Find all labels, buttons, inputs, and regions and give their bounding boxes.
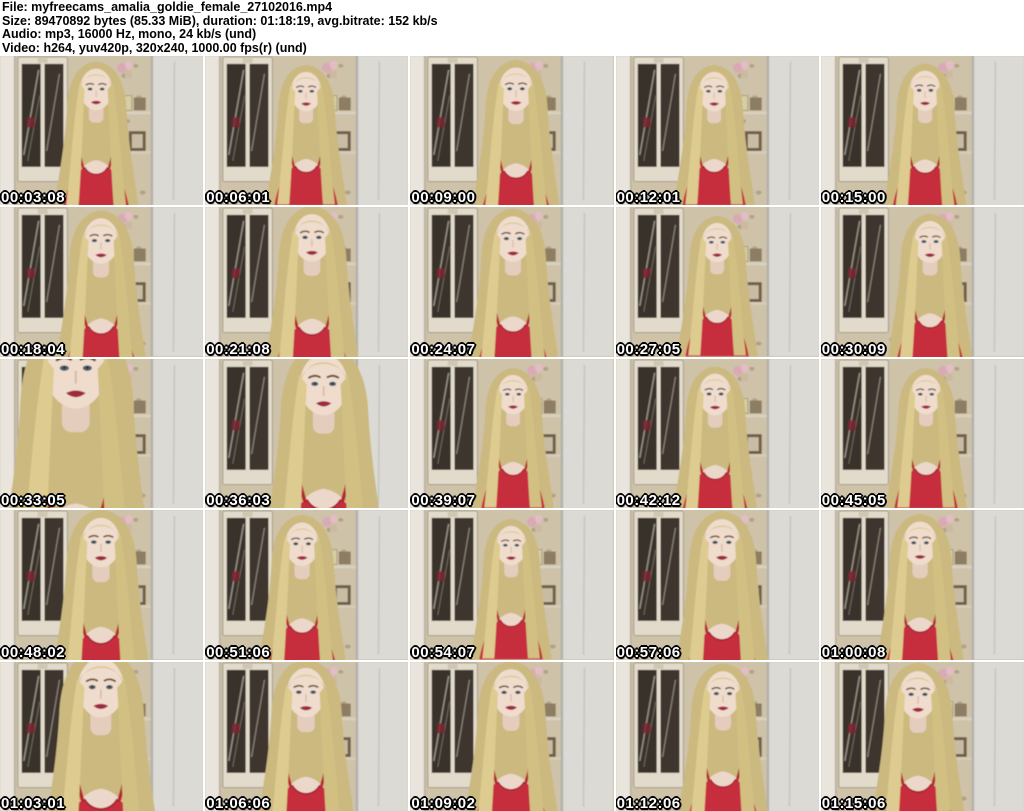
video-thumbnail[interactable]: 00:24:07 — [410, 207, 614, 357]
mirror-wardrobe — [632, 662, 684, 788]
mirror-wardrobe — [632, 359, 684, 485]
thumbnail-grid: 00:03:08 00:06:01 00:09:00 00:12:01 00:1… — [0, 56, 1024, 811]
video-thumbnail[interactable]: 00:42:12 — [615, 358, 819, 509]
webcam-frame-image — [820, 207, 1024, 357]
webcam-frame-image — [0, 56, 204, 206]
webcam-frame-image — [820, 358, 1024, 509]
mirror-wardrobe — [427, 662, 479, 788]
webcam-frame-image — [205, 661, 409, 811]
audio-info-line: Audio: mp3, 16000 Hz, mono, 24 kb/s (und… — [2, 27, 257, 41]
webcam-frame-image — [410, 207, 614, 357]
video-thumbnail[interactable]: 00:18:04 — [0, 207, 204, 357]
video-thumbnail[interactable]: 01:06:06 — [205, 661, 409, 811]
video-thumbnail[interactable]: 00:33:05 — [0, 358, 204, 509]
video-thumbnail[interactable]: 00:15:00 — [820, 56, 1024, 206]
webcam-frame-image — [410, 358, 614, 509]
video-thumbnail[interactable]: 00:45:05 — [820, 358, 1024, 509]
video-thumbnail[interactable]: 00:12:01 — [615, 56, 819, 206]
video-thumbnail[interactable]: 00:03:08 — [0, 56, 204, 206]
webcam-frame-image — [820, 56, 1024, 206]
video-thumbnail[interactable]: 00:21:08 — [205, 207, 409, 357]
video-thumbnail[interactable]: 01:15:06 — [820, 661, 1024, 811]
webcam-frame-image — [0, 358, 204, 509]
mirror-wardrobe — [838, 56, 889, 183]
video-thumbnail[interactable]: 00:06:01 — [205, 56, 409, 206]
video-thumbnail[interactable]: 00:51:06 — [205, 510, 409, 660]
mirror-wardrobe — [222, 56, 274, 183]
webcam-frame-image — [820, 510, 1024, 660]
webcam-frame-image — [615, 207, 819, 357]
webcam-frame-image — [0, 207, 204, 357]
video-thumbnail[interactable]: 00:27:05 — [615, 207, 819, 357]
video-thumbnail[interactable]: 00:39:07 — [410, 358, 614, 509]
webcam-frame-image — [410, 56, 614, 206]
mirror-wardrobe — [222, 207, 274, 334]
video-thumbnail[interactable]: 00:57:06 — [615, 510, 819, 660]
webcam-frame-image — [0, 510, 204, 660]
mirror-wardrobe — [222, 359, 274, 485]
mirror-wardrobe — [632, 207, 684, 334]
mirror-wardrobe — [222, 510, 274, 637]
video-thumbnail[interactable]: 00:36:03 — [205, 358, 409, 509]
mirror-wardrobe — [427, 510, 479, 637]
video-info-line: Video: h264, yuv420p, 320x240, 1000.00 f… — [2, 40, 307, 55]
mirror-wardrobe — [427, 359, 479, 485]
mirror-wardrobe — [838, 207, 889, 334]
webcam-frame-image — [615, 358, 819, 509]
video-thumbnail[interactable]: 00:09:00 — [410, 56, 614, 206]
mirror-wardrobe — [17, 510, 68, 637]
video-thumbnail[interactable]: 00:48:02 — [0, 510, 204, 660]
mirror-wardrobe — [838, 510, 889, 637]
mirror-wardrobe — [838, 359, 889, 485]
mirror-wardrobe — [427, 207, 479, 334]
webcam-frame-image — [820, 661, 1024, 811]
webcam-frame-image — [205, 207, 409, 357]
video-thumbnail[interactable]: 01:03:01 — [0, 661, 204, 811]
video-thumbnail[interactable]: 00:54:07 — [410, 510, 614, 660]
webcam-frame-image — [205, 56, 409, 206]
mirror-wardrobe — [222, 662, 274, 788]
file-size-line: Size: 89470892 bytes (85.33 MiB), durati… — [2, 13, 438, 28]
webcam-frame-image — [410, 661, 614, 811]
mirror-wardrobe — [632, 56, 684, 183]
webcam-frame-image — [615, 56, 819, 206]
video-thumbnail[interactable]: 01:12:06 — [615, 661, 819, 811]
webcam-frame-image — [615, 661, 819, 811]
webcam-frame-image — [205, 510, 409, 660]
webcam-frame-image — [205, 358, 409, 509]
file-info-header: File: myfreecams_amalia_goldie_female_27… — [0, 0, 1024, 56]
webcam-frame-image — [0, 661, 204, 811]
webcam-frame-image — [410, 510, 614, 660]
mirror-wardrobe — [17, 207, 68, 334]
mirror-wardrobe — [632, 510, 684, 637]
webcam-frame-image — [615, 510, 819, 660]
video-thumbnail[interactable]: 01:00:08 — [820, 510, 1024, 660]
video-thumbnail[interactable]: 00:30:09 — [820, 207, 1024, 357]
video-thumbnail[interactable]: 01:09:02 — [410, 661, 614, 811]
file-name-line: File: myfreecams_amalia_goldie_female_27… — [2, 0, 333, 14]
mirror-wardrobe — [17, 56, 68, 183]
mirror-wardrobe — [427, 56, 479, 183]
